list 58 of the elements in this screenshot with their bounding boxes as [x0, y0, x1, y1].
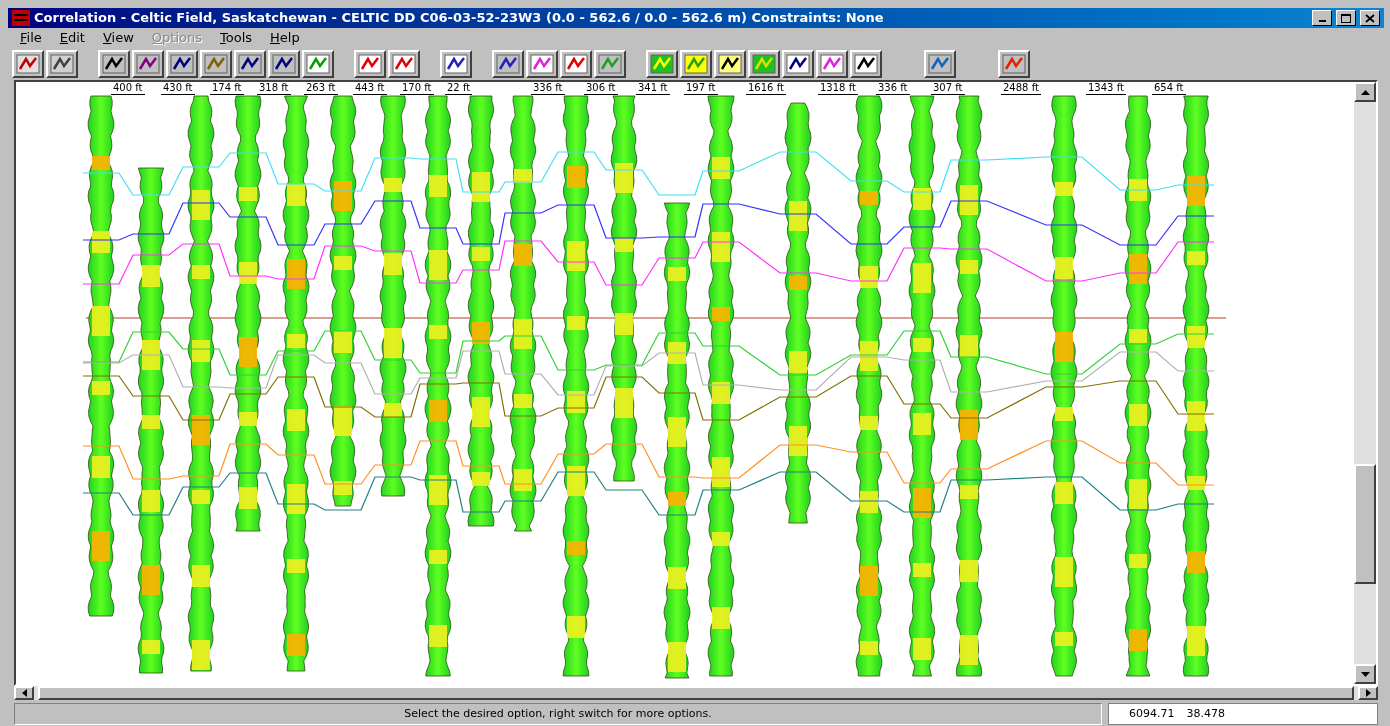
- x-coordinate: 6094.71: [1129, 705, 1175, 722]
- maximize-icon: [1341, 13, 1351, 23]
- menu-item[interactable]: Help: [270, 28, 300, 48]
- toolbar-button[interactable]: [748, 50, 780, 78]
- toolbar-button[interactable]: [816, 50, 848, 78]
- status-message: Select the desired option, right switch for more options.: [14, 703, 1102, 725]
- distance-label: 2488 ft: [1001, 82, 1041, 95]
- menu-item[interactable]: Tools: [220, 28, 253, 48]
- down-arrow-icon: [1360, 671, 1370, 677]
- toolbar-button[interactable]: [354, 50, 386, 78]
- minimize-button[interactable]: [1312, 10, 1332, 26]
- right-arrow-icon: [1365, 689, 1371, 697]
- distance-label: 341 ft: [636, 82, 670, 95]
- toolbar-button[interactable]: [646, 50, 678, 78]
- minimize-icon: [1318, 19, 1326, 22]
- distance-label: 654 ft: [1152, 82, 1186, 95]
- toolbar-button[interactable]: [560, 50, 592, 78]
- toolbar-button[interactable]: [388, 50, 420, 78]
- toolbar-button[interactable]: [850, 50, 882, 78]
- toolbar-button[interactable]: [526, 50, 558, 78]
- scroll-left-button[interactable]: [14, 686, 34, 700]
- app-icon: [12, 10, 30, 26]
- toolbar-button[interactable]: [492, 50, 524, 78]
- close-icon: [1365, 13, 1375, 23]
- toolbar-button[interactable]: [440, 50, 472, 78]
- scroll-down-button[interactable]: [1354, 664, 1376, 684]
- menu-item[interactable]: File: [20, 28, 42, 48]
- y-coordinate: 38.478: [1186, 705, 1225, 722]
- close-button[interactable]: [1360, 10, 1380, 26]
- toolbar-button[interactable]: [200, 50, 232, 78]
- maximize-button[interactable]: [1336, 10, 1356, 26]
- toolbar-button[interactable]: [98, 50, 130, 78]
- toolbar-button[interactable]: [594, 50, 626, 78]
- toolbar-button[interactable]: [998, 50, 1030, 78]
- vertical-scrollbar[interactable]: [1354, 82, 1376, 684]
- toolbar-button[interactable]: [302, 50, 334, 78]
- toolbar-button[interactable]: [132, 50, 164, 78]
- toolbar-button[interactable]: [46, 50, 78, 78]
- menu-item[interactable]: Edit: [59, 28, 85, 48]
- left-arrow-icon: [21, 689, 27, 697]
- menu-item[interactable]: View: [102, 28, 134, 48]
- toolbar-button[interactable]: [234, 50, 266, 78]
- distance-label: 1343 ft: [1086, 82, 1126, 95]
- distance-label: 400 ft: [111, 82, 145, 95]
- distance-label: 430 ft: [161, 82, 195, 95]
- scroll-up-button[interactable]: [1354, 82, 1376, 102]
- toolbar-button[interactable]: [166, 50, 198, 78]
- toolbar-button[interactable]: [12, 50, 44, 78]
- scroll-right-button[interactable]: [1358, 686, 1378, 700]
- distance-label: 1318 ft: [818, 82, 858, 95]
- toolbar-button[interactable]: [714, 50, 746, 78]
- up-arrow-icon: [1360, 89, 1370, 95]
- distance-label: 1616 ft: [746, 82, 786, 95]
- toolbar-button[interactable]: [924, 50, 956, 78]
- toolbar-button[interactable]: [680, 50, 712, 78]
- toolbar-button[interactable]: [782, 50, 814, 78]
- window-title: Correlation - Celtic Field, Saskatchewan - CELTIC DD C06-03-52-23W3 (0.0 - 562.6 / 0.0 - 562.6 m) Constraints: None: [34, 9, 884, 28]
- toolbar-button[interactable]: [268, 50, 300, 78]
